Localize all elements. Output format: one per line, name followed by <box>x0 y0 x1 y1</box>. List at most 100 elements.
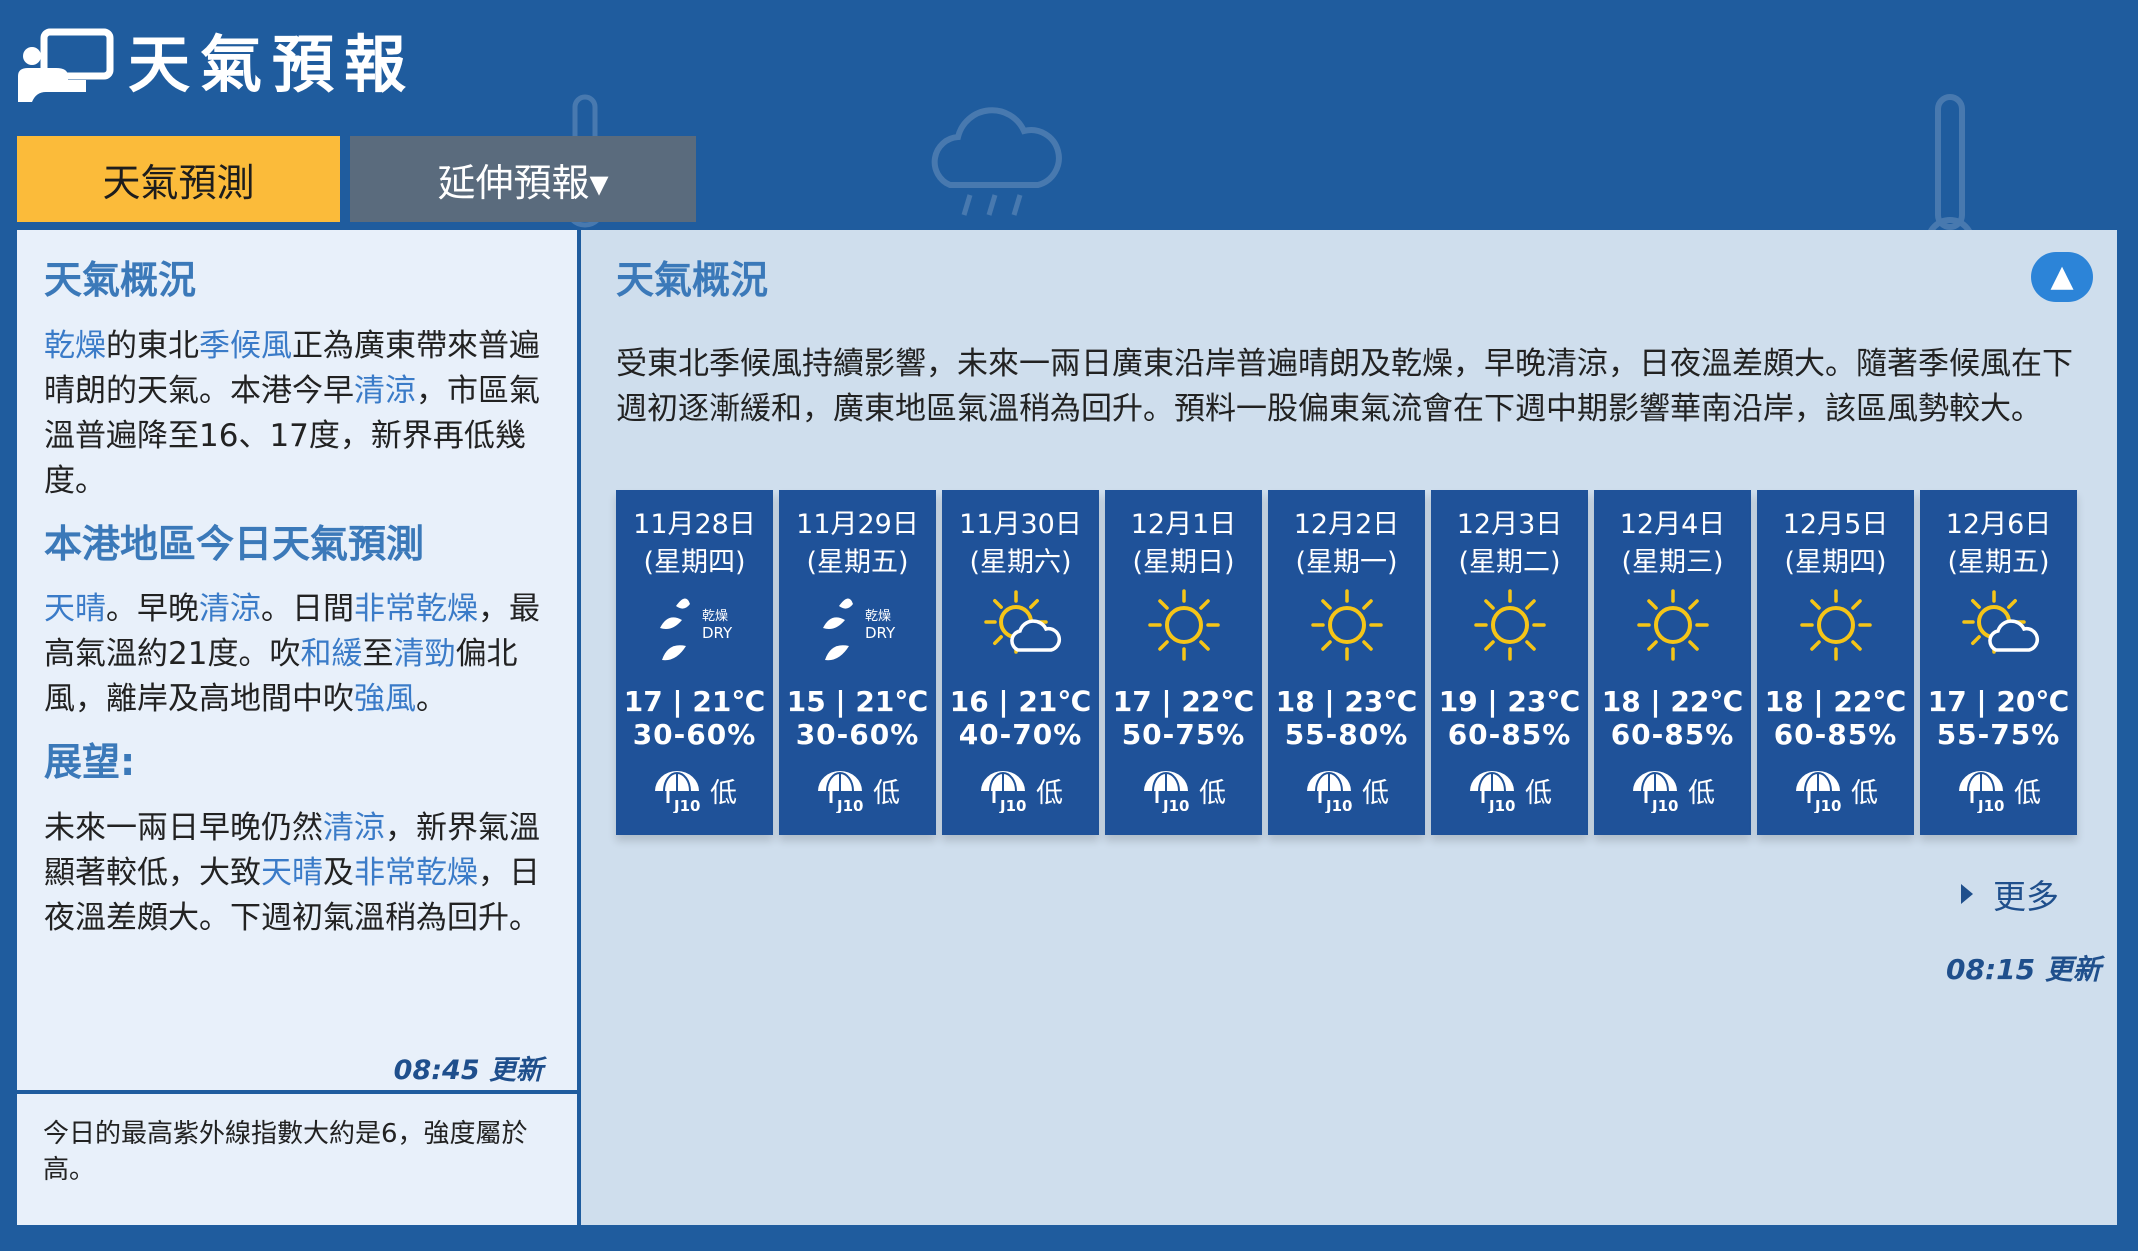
outlook-text: 未來一兩日早晚仍然清涼，新界氣溫顯著較低，大致天晴及非常乾燥，日夜溫差頗大。下週… <box>44 806 553 941</box>
rain-probability-label: 低 <box>1036 777 1063 809</box>
forecast-temperature: 15 | 21℃ <box>786 685 929 718</box>
keyword-link[interactable]: 清涼 <box>354 373 416 409</box>
svg-text:J10: J10 <box>836 797 863 813</box>
keyword-link[interactable]: 清涼 <box>199 591 261 627</box>
text-segment: 。日間 <box>261 591 354 628</box>
tab-weather-forecast[interactable]: 天氣預測 <box>17 136 340 222</box>
keyword-link[interactable]: 天晴 <box>44 591 106 627</box>
text-segment: 。 <box>416 681 447 718</box>
umbrella-icon: J10 <box>1470 771 1515 813</box>
umbrella-icon: J10 <box>818 771 863 813</box>
rain-probability: J10 低 <box>652 767 737 813</box>
hand-weather-logo-icon <box>18 28 114 102</box>
tab-extended-forecast[interactable]: 延伸預報▾ <box>350 136 696 222</box>
svg-text:J10: J10 <box>1162 797 1189 813</box>
forecast-weekday: (星期四) <box>1784 547 1887 578</box>
forecast-humidity: 55-75% <box>1936 718 2061 751</box>
forecast-day-card[interactable]: 12月5日 (星期四) 18 | 22℃ 60-85% J10 低 <box>1757 490 1914 835</box>
sunny-icon <box>1469 584 1551 666</box>
local-forecast-panel: 天氣概況 乾燥的東北季候風正為廣東帶來普遍晴朗的天氣。本港今早清涼，市區氣溫普遍… <box>17 230 577 1225</box>
keyword-link[interactable]: 非常乾燥 <box>354 591 478 627</box>
svg-text:J10: J10 <box>1325 797 1352 813</box>
forecast-weekday: (星期五) <box>806 547 909 578</box>
rain-probability-label: 低 <box>2014 777 2041 809</box>
forecast-temperature: 19 | 23℃ <box>1438 685 1581 718</box>
collapse-button[interactable]: ▲ <box>2031 252 2093 302</box>
umbrella-icon: J10 <box>1144 771 1189 813</box>
forecast-day-card[interactable]: 12月6日 (星期五) 17 | 20℃ 55-75% J10 低 <box>1920 490 2077 835</box>
today-forecast-text: 天晴。早晚清涼。日間非常乾燥，最高氣溫約21度。吹和緩至清勁偏北風，離岸及高地間… <box>44 587 553 722</box>
svg-text:乾燥: 乾燥 <box>865 609 891 624</box>
forecast-weekday: (星期五) <box>1947 547 2050 578</box>
rain-probability: J10 低 <box>815 767 900 813</box>
more-link[interactable]: 更多 <box>1961 870 2059 918</box>
forecast-day-card[interactable]: 12月2日 (星期一) 18 | 23℃ 55-80% J10 低 <box>1268 490 1425 835</box>
keyword-link[interactable]: 清涼 <box>323 810 385 846</box>
general-situation-text: 乾燥的東北季候風正為廣東帶來普遍晴朗的天氣。本港今早清涼，市區氣溫普遍降至16、… <box>44 324 553 504</box>
forecast-humidity: 60-85% <box>1610 718 1735 751</box>
keyword-link[interactable]: 非常乾燥 <box>354 855 478 891</box>
umbrella-icon: J10 <box>1796 771 1841 813</box>
rain-probability: J10 低 <box>1304 767 1389 813</box>
forecast-days: 11月28日 (星期四) 乾燥 DRY 17 | 21℃ 30-60% J10 低 1… <box>616 490 2077 835</box>
more-label: 更多 <box>1993 877 2059 916</box>
forecast-day-card[interactable]: 12月1日 (星期日) 17 | 22℃ 50-75% J10 低 <box>1105 490 1262 835</box>
rain-probability-label: 低 <box>1688 777 1715 809</box>
forecast-temperature: 17 | 20℃ <box>1927 685 2070 718</box>
forecast-humidity: 40-70% <box>958 718 1083 751</box>
forecast-day-card[interactable]: 11月29日 (星期五) 乾燥 DRY 15 | 21℃ 30-60% J10 低 <box>779 490 936 835</box>
keyword-link[interactable]: 乾燥 <box>44 328 106 364</box>
forecast-date: 12月5日 <box>1782 509 1889 540</box>
site-title: 天氣預報 <box>128 28 417 101</box>
text-segment: 的東北 <box>106 327 199 364</box>
svg-text:乾燥: 乾燥 <box>702 609 728 624</box>
forecast-humidity: 60-85% <box>1773 718 1898 751</box>
forecast-date: 12月2日 <box>1293 509 1400 540</box>
forecast-day-card[interactable]: 11月28日 (星期四) 乾燥 DRY 17 | 21℃ 30-60% J10 低 <box>616 490 773 835</box>
keyword-link[interactable]: 強風 <box>354 681 416 717</box>
svg-text:DRY: DRY <box>702 624 733 642</box>
forecast-date: 12月3日 <box>1456 509 1563 540</box>
sunny-icon <box>1143 584 1225 666</box>
forecast-weekday: (星期四) <box>643 547 746 578</box>
forecast-temperature: 17 | 22℃ <box>1112 685 1255 718</box>
umbrella-icon: J10 <box>981 771 1026 813</box>
sunny-icon <box>1795 584 1877 666</box>
forecast-humidity: 30-60% <box>632 718 757 751</box>
svg-text:J10: J10 <box>1814 797 1841 813</box>
forecast-date: 12月1日 <box>1130 509 1237 540</box>
forecast-weekday: (星期一) <box>1295 547 1398 578</box>
umbrella-icon: J10 <box>1307 771 1352 813</box>
rain-probability-label: 低 <box>873 777 900 809</box>
sunny-periods-icon <box>1958 584 2040 666</box>
text-segment: 。早晚 <box>106 591 199 628</box>
forecast-temperature: 18 | 23℃ <box>1275 685 1418 718</box>
rain-probability-label: 低 <box>1525 777 1552 809</box>
forecast-humidity: 30-60% <box>795 718 920 751</box>
text-segment: 至 <box>362 636 394 673</box>
keyword-link[interactable]: 和緩 <box>300 636 362 672</box>
outlook-heading: 展望: <box>44 740 136 785</box>
local-forecast-content: 天氣概況 乾燥的東北季候風正為廣東帶來普遍晴朗的天氣。本港今早清涼，市區氣溫普遍… <box>17 230 577 1094</box>
uv-index-text: 今日的最高紫外線指數大約是6，強度屬於高。 <box>43 1119 528 1185</box>
forecast-weekday: (星期日) <box>1132 547 1235 578</box>
umbrella-icon: J10 <box>1633 771 1678 813</box>
text-segment: 未來一兩日早晚仍然 <box>44 809 323 846</box>
svg-text:J10: J10 <box>1977 797 2004 813</box>
general-situation-heading: 天氣概況 <box>44 258 197 302</box>
nine-day-forecast-panel: 天氣概況 ▲ 受東北季候風持續影響，未來一兩日廣東沿岸普遍晴朗及乾燥，早晚清涼，… <box>581 230 2117 1225</box>
rain-probability-label: 低 <box>710 777 737 809</box>
forecast-date: 12月4日 <box>1619 509 1726 540</box>
forecast-date: 11月29日 <box>796 509 919 540</box>
rain-probability-label: 低 <box>1851 777 1878 809</box>
caret-right-icon <box>1961 884 1973 904</box>
forecast-day-card[interactable]: 11月30日 (星期六) 16 | 21℃ 40-70% J10 低 <box>942 490 1099 835</box>
keyword-link[interactable]: 天晴 <box>261 855 323 891</box>
keyword-link[interactable]: 季候風 <box>199 328 292 364</box>
forecast-temperature: 18 | 22℃ <box>1764 685 1907 718</box>
forecast-day-card[interactable]: 12月3日 (星期二) 19 | 23℃ 60-85% J10 低 <box>1431 490 1588 835</box>
outlook-update-time: 08:15 更新 <box>1946 953 2101 986</box>
bg-cloud-rain-icon <box>920 95 1070 225</box>
keyword-link[interactable]: 清勁 <box>393 636 455 672</box>
forecast-day-card[interactable]: 12月4日 (星期三) 18 | 22℃ 60-85% J10 低 <box>1594 490 1751 835</box>
